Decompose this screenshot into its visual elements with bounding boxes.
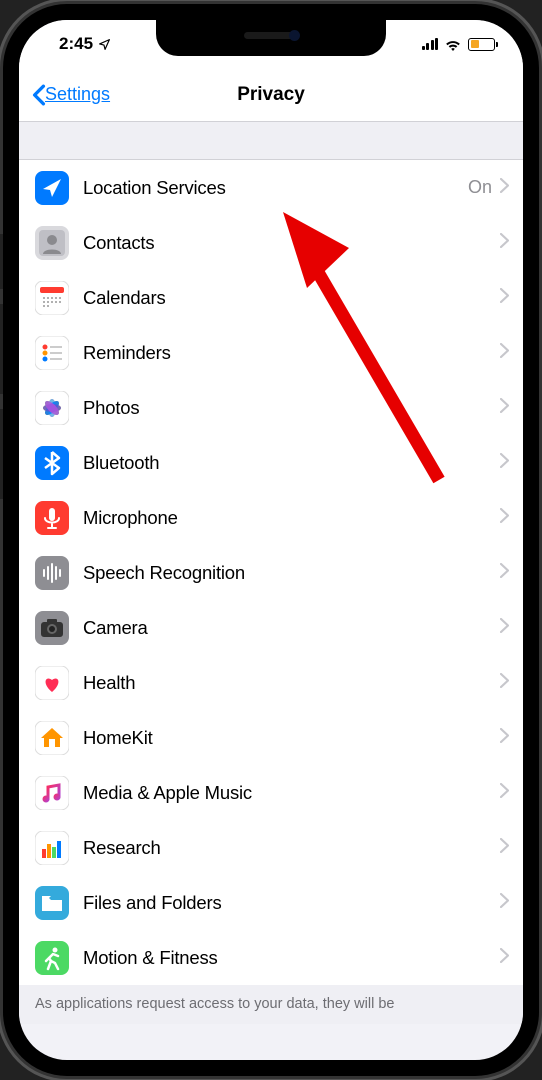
row-location-services[interactable]: Location ServicesOn [19, 160, 523, 215]
row-label: Photos [83, 397, 500, 419]
health-icon [35, 666, 69, 700]
row-label: Camera [83, 617, 500, 639]
content-scroll[interactable]: Location ServicesOn Contacts Calendars Remi… [19, 122, 523, 1060]
row-label: Reminders [83, 342, 500, 364]
chevron-right-icon [500, 343, 509, 363]
row-media-apple-music[interactable]: Media & Apple Music [19, 765, 523, 820]
row-label: Files and Folders [83, 892, 500, 914]
page-title: Privacy [237, 84, 305, 106]
folder-icon [35, 886, 69, 920]
row-label: Research [83, 837, 500, 859]
chevron-right-icon [500, 728, 509, 748]
row-label: Media & Apple Music [83, 782, 500, 804]
nav-bar: Settings Privacy [19, 68, 523, 122]
notch [156, 20, 386, 56]
status-time: 2:45 [59, 34, 93, 54]
row-label: HomeKit [83, 727, 500, 749]
chevron-right-icon [500, 563, 509, 583]
row-calendars[interactable]: Calendars [19, 270, 523, 325]
row-speech-recognition[interactable]: Speech Recognition [19, 545, 523, 600]
row-label: Bluetooth [83, 452, 500, 474]
cellular-signal-icon [422, 38, 439, 50]
bluetooth-icon [35, 446, 69, 480]
music-icon [35, 776, 69, 810]
row-label: Motion & Fitness [83, 947, 500, 969]
chevron-right-icon [500, 893, 509, 913]
row-motion-fitness[interactable]: Motion & Fitness [19, 930, 523, 985]
reminders-icon [35, 336, 69, 370]
row-bluetooth[interactable]: Bluetooth [19, 435, 523, 490]
speech-icon [35, 556, 69, 590]
photos-icon [35, 391, 69, 425]
screen: 2:45 Settings Privacy Location ServicesO… [19, 20, 523, 1060]
row-microphone[interactable]: Microphone [19, 490, 523, 545]
row-homekit[interactable]: HomeKit [19, 710, 523, 765]
back-button[interactable]: Settings [31, 84, 110, 106]
chevron-right-icon [500, 453, 509, 473]
phone-frame: 2:45 Settings Privacy Location ServicesO… [3, 4, 539, 1076]
chevron-right-icon [500, 288, 509, 308]
research-icon [35, 831, 69, 865]
chevron-right-icon [500, 838, 509, 858]
motion-icon [35, 941, 69, 975]
chevron-right-icon [500, 233, 509, 253]
location-indicator-icon [98, 38, 111, 51]
location-icon [35, 171, 69, 205]
chevron-right-icon [500, 673, 509, 693]
row-label: Microphone [83, 507, 500, 529]
row-value: On [468, 177, 492, 198]
chevron-right-icon [500, 178, 509, 198]
row-label: Location Services [83, 177, 468, 199]
row-health[interactable]: Health [19, 655, 523, 710]
section-spacer [19, 122, 523, 160]
wifi-icon [444, 38, 462, 51]
camera-icon [35, 611, 69, 645]
chevron-right-icon [500, 783, 509, 803]
row-research[interactable]: Research [19, 820, 523, 875]
row-contacts[interactable]: Contacts [19, 215, 523, 270]
row-reminders[interactable]: Reminders [19, 325, 523, 380]
chevron-right-icon [500, 948, 509, 968]
footer-text: As applications request access to your d… [19, 985, 523, 1024]
microphone-icon [35, 501, 69, 535]
row-files-and-folders[interactable]: Files and Folders [19, 875, 523, 930]
chevron-right-icon [500, 618, 509, 638]
row-photos[interactable]: Photos [19, 380, 523, 435]
row-label: Health [83, 672, 500, 694]
battery-icon [468, 38, 495, 51]
back-label: Settings [45, 84, 110, 105]
row-label: Speech Recognition [83, 562, 500, 584]
chevron-right-icon [500, 398, 509, 418]
row-camera[interactable]: Camera [19, 600, 523, 655]
row-label: Contacts [83, 232, 500, 254]
calendar-icon [35, 281, 69, 315]
contacts-icon [35, 226, 69, 260]
chevron-right-icon [500, 508, 509, 528]
row-label: Calendars [83, 287, 500, 309]
homekit-icon [35, 721, 69, 755]
settings-list: Location ServicesOn Contacts Calendars Remi… [19, 160, 523, 985]
